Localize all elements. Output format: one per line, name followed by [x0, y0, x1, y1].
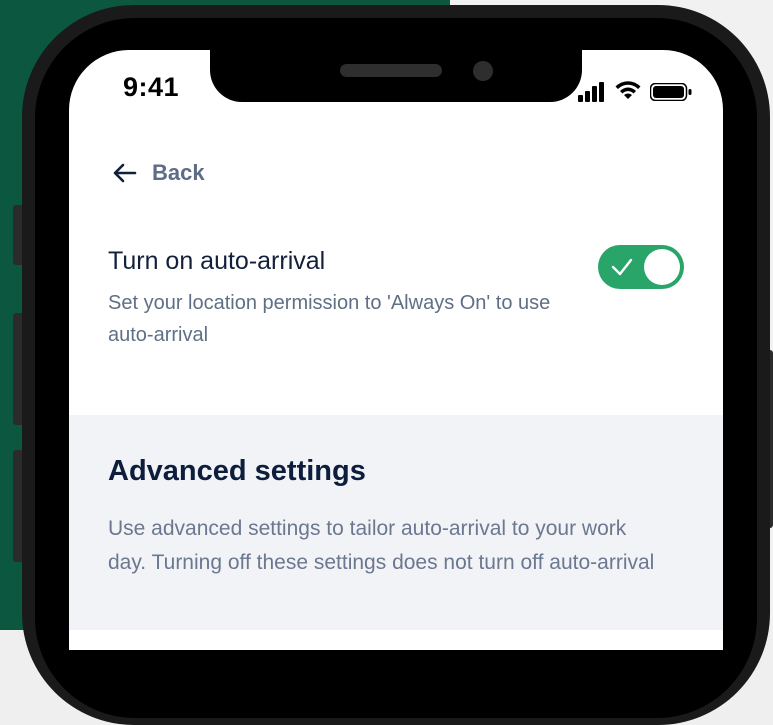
back-label: Back	[152, 160, 205, 185]
front-camera	[473, 61, 493, 81]
auto-arrival-toggle[interactable]	[598, 245, 684, 289]
status-bar-time: 9:41	[123, 72, 180, 102]
signal-icon	[578, 80, 610, 102]
battery-icon	[650, 83, 692, 101]
arrow-left-icon	[113, 163, 137, 183]
wifi-icon	[615, 81, 641, 99]
check-icon	[611, 258, 633, 276]
auto-arrival-description: Set your location permission to 'Always …	[108, 292, 551, 346]
auto-arrival-title: Turn on auto-arrival	[108, 247, 326, 275]
advanced-settings-title: Advanced settings	[108, 455, 366, 487]
toggle-knob	[644, 249, 680, 285]
speaker-grille	[340, 64, 442, 77]
advanced-settings-description: Use advanced settings to tailor auto-arr…	[108, 517, 655, 574]
back-button[interactable]: Back	[112, 158, 205, 188]
